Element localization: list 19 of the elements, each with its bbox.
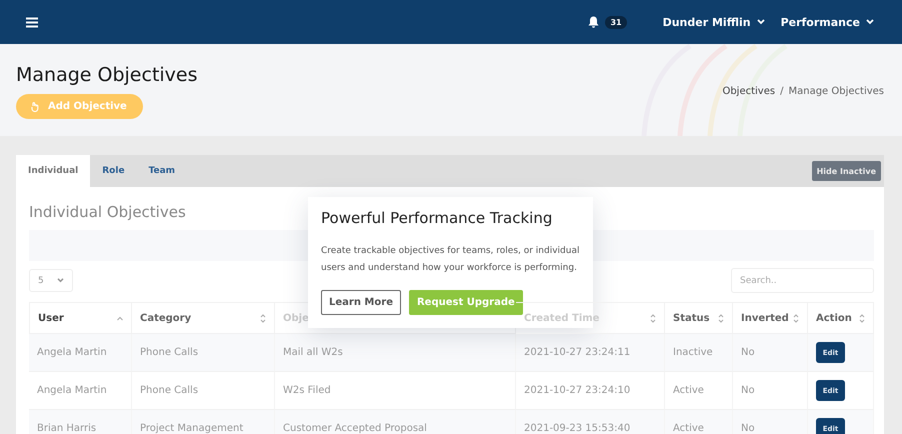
table-cell: 2021-09-23 15:53:40 [516,410,665,434]
table-cell: Inactive [665,334,733,372]
breadcrumb-current: Manage Objectives [788,86,884,96]
section-title: Individual Objectives [29,203,186,221]
popup-text: Create trackable objectives for teams, roles, or individual users and understand how your workforce is performing. [321,245,580,275]
table-cell: Brian Harris [29,410,132,434]
table-cell: No [733,334,808,372]
table-cell: Customer Accepted Proposal [275,410,516,434]
popup-title: Powerful Performance Tracking [321,209,554,227]
table-cell: 2021-10-27 23:24:11 [516,334,665,372]
table-cell: Active [665,410,733,434]
table-cell: Angela Martin [29,334,132,372]
page-title: Manage Objectives [16,64,198,86]
table-cell: Mail all W2s [275,334,516,372]
table-cell: Phone Calls [132,334,275,372]
breadcrumb-separator: / [780,86,784,96]
table-cell: Project Management [132,410,275,434]
notification-count: 31 [605,16,627,28]
table-cell: No [733,410,808,434]
